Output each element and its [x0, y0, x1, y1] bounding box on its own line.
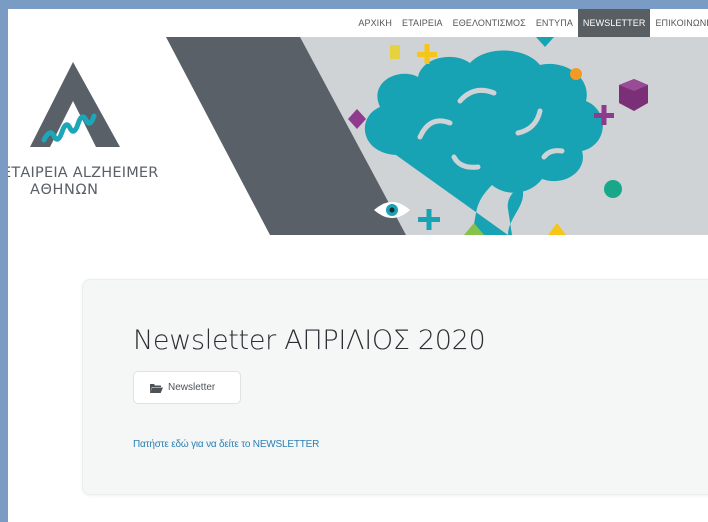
nav-item-newsletter[interactable]: NEWSLETTER [577, 9, 651, 37]
nav-item-home[interactable]: ΑΡΧΙΚΗ [353, 9, 397, 37]
header-banner: ΕΤΑΙΡΕΙΑ ALZHEIMER ΑΘΗΝΩΝ [8, 37, 708, 235]
page: ΑΡΧΙΚΗ ΕΤΑΙΡΕΙΑ ΕΘΕΛΟΝΤΙΣΜΟΣ ΕΝΤΥΠΑ NEWS… [8, 9, 708, 522]
newsletter-link[interactable]: Πατήστε εδώ για να δείτε το NEWSLETTER [133, 439, 319, 450]
post-card: Newsletter ΑΠΡΙΛΙΟΣ 2020 Newsletter Πατή… [82, 279, 708, 495]
logo-name-line1: ΕΤΑΙΡΕΙΑ ALZHEIMER [8, 165, 159, 181]
circle-icon [604, 180, 622, 198]
category-tag-label: Newsletter [168, 382, 216, 393]
dot-icon [570, 68, 582, 80]
bulb-icon [390, 45, 400, 59]
logo-mark-icon [30, 62, 120, 147]
nav-menu: ΑΡΧΙΚΗ ΕΤΑΙΡΕΙΑ ΕΘΕΛΟΝΤΙΣΜΟΣ ΕΝΤΥΠΑ NEWS… [353, 9, 708, 37]
nav-item-contact[interactable]: ΕΠΙΚΟΙΝΩΝΙΑ [650, 9, 708, 37]
folder-open-icon [150, 383, 163, 393]
nav-item-company[interactable]: ΕΤΑΙΡΕΙΑ [397, 9, 448, 37]
post-title: Newsletter ΑΠΡΙΛΙΟΣ 2020 [133, 325, 486, 356]
banner-illustration [30, 37, 708, 235]
logo-name-line2: ΑΘΗΝΩΝ [30, 182, 99, 198]
nav-item-volunteering[interactable]: ΕΘΕΛΟΝΤΙΣΜΟΣ [448, 9, 531, 37]
category-tag-button[interactable]: Newsletter [133, 371, 241, 404]
top-navigation: ΑΡΧΙΚΗ ΕΤΑΙΡΕΙΑ ΕΘΕΛΟΝΤΙΣΜΟΣ ΕΝΤΥΠΑ NEWS… [8, 9, 708, 37]
nav-item-publications[interactable]: ΕΝΤΥΠΑ [531, 9, 578, 37]
